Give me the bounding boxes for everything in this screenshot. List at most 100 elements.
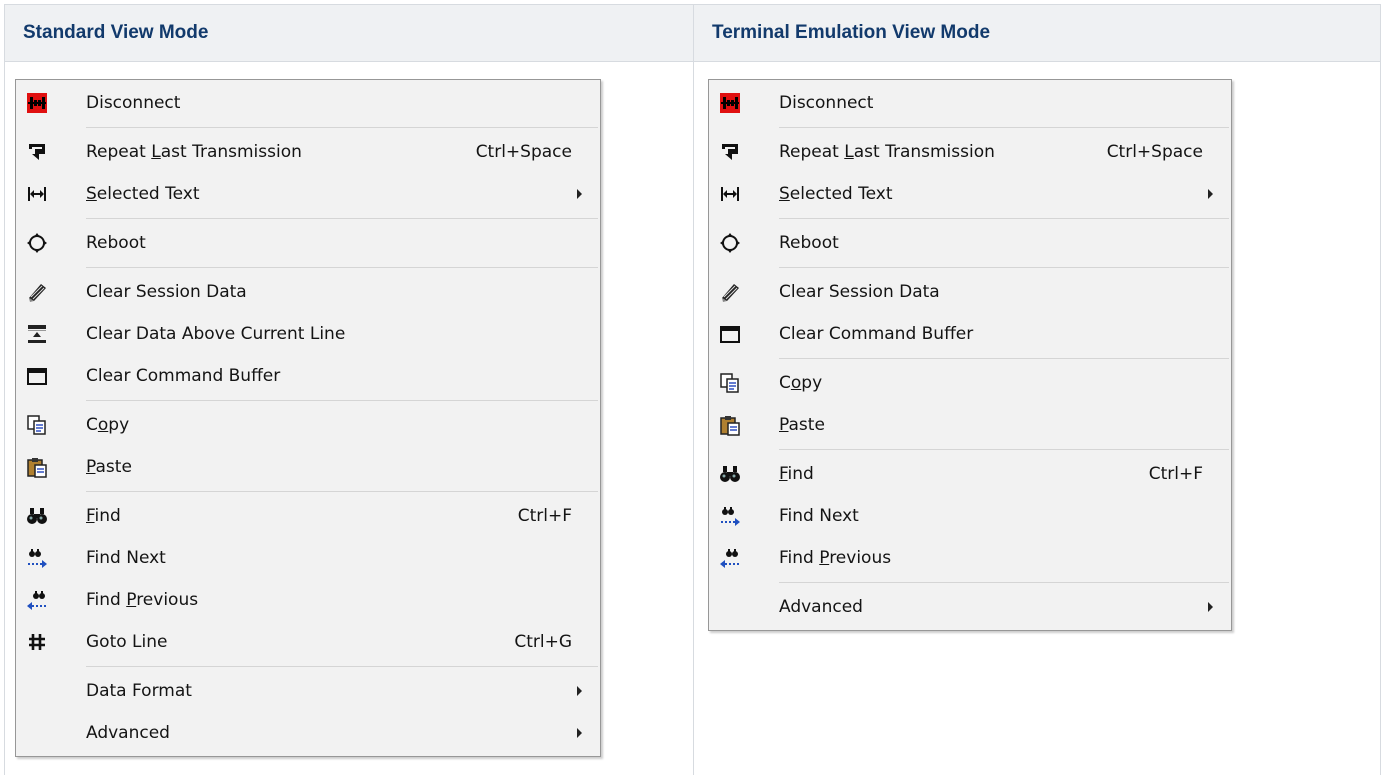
menu-separator: [86, 666, 598, 667]
menu-item-find-next[interactable]: Find Next: [16, 537, 600, 579]
submenu-arrow-icon: [577, 686, 582, 696]
binoculars-icon: [713, 453, 747, 495]
menu-item-label: Find Next: [747, 506, 1231, 526]
menu-item-label: Data Format: [54, 681, 577, 701]
menu-separator: [86, 267, 598, 268]
hash-icon: [20, 621, 54, 663]
menu-item-find[interactable]: Find Ctrl+F: [709, 453, 1231, 495]
menu-separator: [86, 400, 598, 401]
menu-item-clear-session-data[interactable]: Clear Session Data: [16, 271, 600, 313]
menu-item-find[interactable]: Find Ctrl+F: [16, 495, 600, 537]
shortcut-label: Ctrl+Space: [1107, 142, 1231, 162]
menu-separator: [779, 449, 1229, 450]
menu-item-disconnect[interactable]: Disconnect: [16, 82, 600, 124]
standard-context-menu: Disconnect Repeat Last Transmission Ctrl…: [15, 79, 601, 757]
reboot-icon: [20, 222, 54, 264]
selected-text-icon: [713, 173, 747, 215]
submenu-arrow-icon: [577, 728, 582, 738]
command-buffer-icon: [20, 355, 54, 397]
repeat-icon: [20, 131, 54, 173]
menu-item-selected-text[interactable]: Selected Text: [709, 173, 1231, 215]
disconnect-icon: [713, 82, 747, 124]
shortcut-label: Ctrl+F: [1149, 464, 1231, 484]
find-next-icon: [713, 495, 747, 537]
view-mode-table: Standard View Mode Terminal Emulation Vi…: [4, 4, 1381, 775]
paste-icon: [713, 404, 747, 446]
menu-item-copy[interactable]: Copy: [709, 362, 1231, 404]
menu-item-label: Disconnect: [747, 93, 1231, 113]
menu-item-label: Advanced: [747, 597, 1208, 617]
menu-item-clear-session-data[interactable]: Clear Session Data: [709, 271, 1231, 313]
menu-separator: [86, 491, 598, 492]
terminal-view-header: Terminal Emulation View Mode: [694, 5, 1381, 62]
menu-item-label: Disconnect: [54, 93, 600, 113]
menu-item-advanced[interactable]: Advanced: [16, 712, 600, 754]
shortcut-label: Ctrl+G: [514, 632, 600, 652]
menu-item-repeat-last-transmission[interactable]: Repeat Last Transmission Ctrl+Space: [16, 131, 600, 173]
menu-separator: [86, 218, 598, 219]
menu-item-label: Repeat Last Transmission: [54, 142, 476, 162]
menu-item-label: Clear Session Data: [54, 282, 600, 302]
menu-item-find-next[interactable]: Find Next: [709, 495, 1231, 537]
find-previous-icon: [713, 537, 747, 579]
menu-item-label: Clear Command Buffer: [54, 366, 600, 386]
menu-item-find-previous[interactable]: Find Previous: [709, 537, 1231, 579]
submenu-arrow-icon: [1208, 189, 1213, 199]
reboot-icon: [713, 222, 747, 264]
standard-view-cell: Disconnect Repeat Last Transmission Ctrl…: [5, 62, 694, 775]
menu-item-reboot[interactable]: Reboot: [16, 222, 600, 264]
copy-icon: [20, 404, 54, 446]
copy-icon: [713, 362, 747, 404]
menu-separator: [779, 127, 1229, 128]
menu-item-clear-command-buffer[interactable]: Clear Command Buffer: [709, 313, 1231, 355]
menu-item-label: Copy: [54, 415, 600, 435]
submenu-arrow-icon: [577, 189, 582, 199]
menu-item-label: Paste: [54, 457, 600, 477]
menu-item-advanced[interactable]: Advanced: [709, 586, 1231, 628]
shortcut-label: Ctrl+Space: [476, 142, 600, 162]
menu-item-paste[interactable]: Paste: [709, 404, 1231, 446]
paste-icon: [20, 446, 54, 488]
menu-item-goto-line[interactable]: Goto Line Ctrl+G: [16, 621, 600, 663]
terminal-view-cell: Disconnect Repeat Last Transmission Ctrl…: [694, 62, 1381, 775]
eraser-icon: [20, 271, 54, 313]
menu-item-label: Repeat Last Transmission: [747, 142, 1107, 162]
find-next-icon: [20, 537, 54, 579]
menu-item-find-previous[interactable]: Find Previous: [16, 579, 600, 621]
repeat-icon: [713, 131, 747, 173]
binoculars-icon: [20, 495, 54, 537]
shortcut-label: Ctrl+F: [518, 506, 600, 526]
clear-above-icon: [20, 313, 54, 355]
menu-item-label: Paste: [747, 415, 1231, 435]
menu-item-copy[interactable]: Copy: [16, 404, 600, 446]
menu-item-label: Find Previous: [747, 548, 1231, 568]
command-buffer-icon: [713, 313, 747, 355]
menu-item-label: Find Previous: [54, 590, 600, 610]
menu-separator: [779, 267, 1229, 268]
menu-item-label: Find: [54, 506, 518, 526]
menu-item-label: Find Next: [54, 548, 600, 568]
menu-item-label: Reboot: [747, 233, 1231, 253]
menu-item-label: Find: [747, 464, 1149, 484]
standard-view-header: Standard View Mode: [5, 5, 694, 62]
menu-item-label: Clear Data Above Current Line: [54, 324, 600, 344]
menu-item-label: Advanced: [54, 723, 577, 743]
menu-item-paste[interactable]: Paste: [16, 446, 600, 488]
menu-item-disconnect[interactable]: Disconnect: [709, 82, 1231, 124]
menu-item-repeat-last-transmission[interactable]: Repeat Last Transmission Ctrl+Space: [709, 131, 1231, 173]
submenu-arrow-icon: [1208, 602, 1213, 612]
menu-item-clear-data-above[interactable]: Clear Data Above Current Line: [16, 313, 600, 355]
menu-separator: [779, 582, 1229, 583]
menu-item-label: Clear Command Buffer: [747, 324, 1231, 344]
menu-item-label: Goto Line: [54, 632, 514, 652]
eraser-icon: [713, 271, 747, 313]
menu-item-label: Copy: [747, 373, 1231, 393]
menu-item-label: Reboot: [54, 233, 600, 253]
menu-item-data-format[interactable]: Data Format: [16, 670, 600, 712]
menu-item-reboot[interactable]: Reboot: [709, 222, 1231, 264]
terminal-context-menu: Disconnect Repeat Last Transmission Ctrl…: [708, 79, 1232, 631]
selected-text-icon: [20, 173, 54, 215]
menu-item-label: Selected Text: [747, 184, 1208, 204]
menu-item-selected-text[interactable]: Selected Text: [16, 173, 600, 215]
menu-item-clear-command-buffer[interactable]: Clear Command Buffer: [16, 355, 600, 397]
